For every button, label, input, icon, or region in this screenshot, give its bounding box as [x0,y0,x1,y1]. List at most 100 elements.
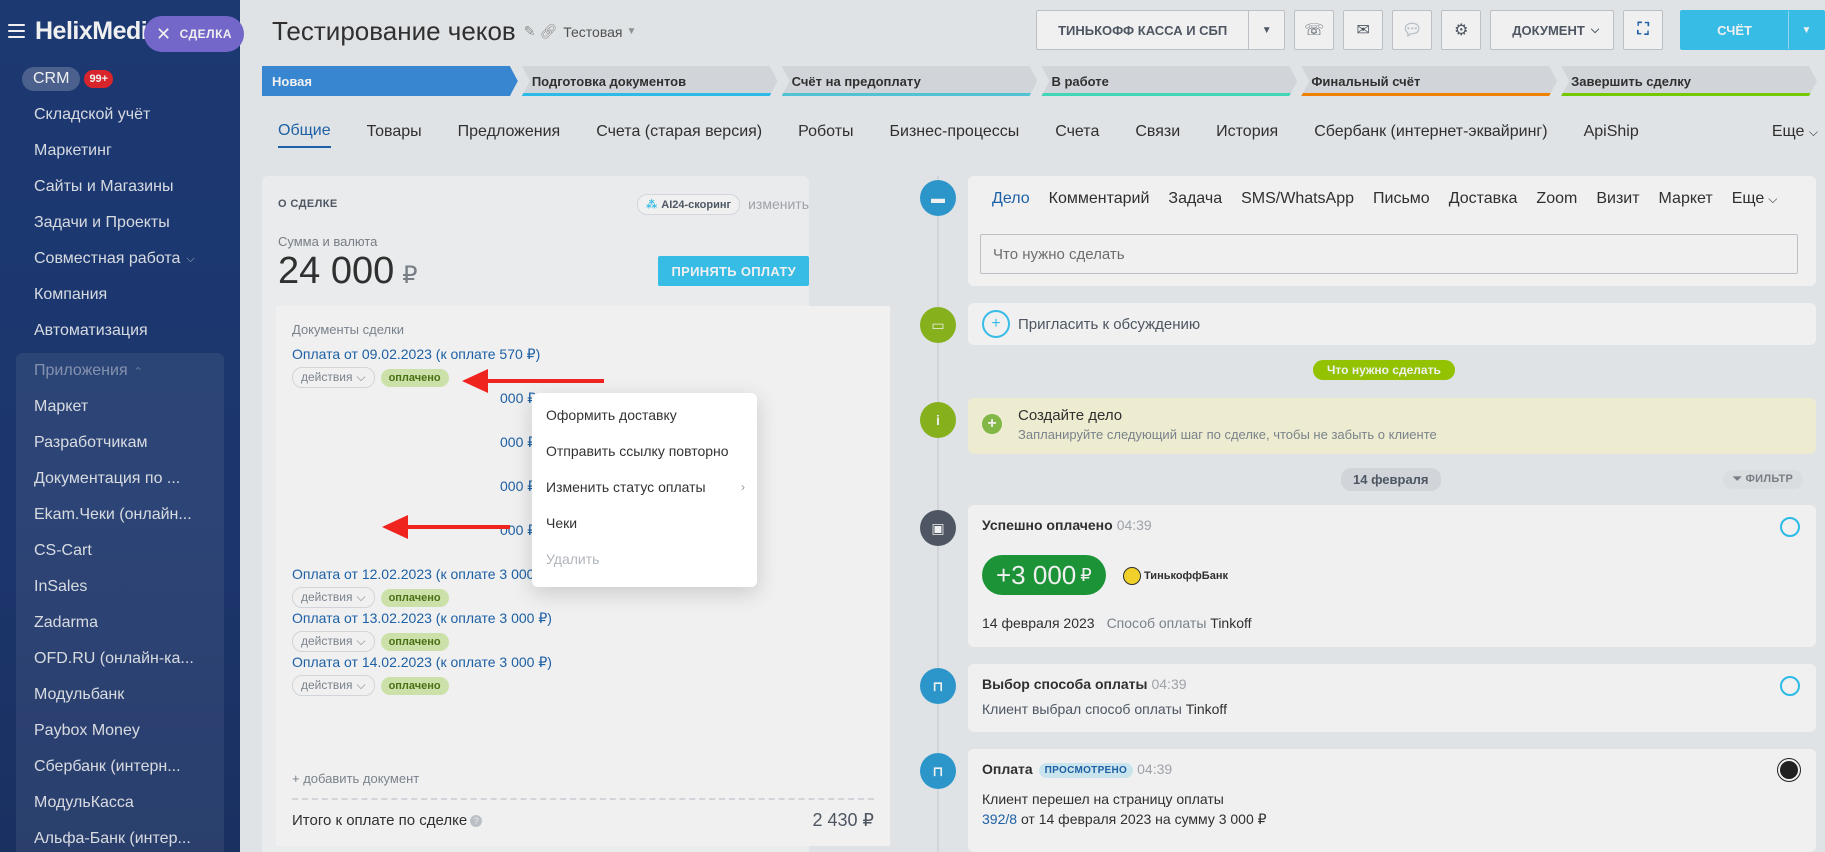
sidebar-item-warehouse[interactable]: Складской учёт [0,97,240,133]
caret-down-icon[interactable]: ▼ [1788,11,1824,49]
composer-tab-4[interactable]: SMS/WhatsApp [1241,190,1354,208]
sidebar-app-docs[interactable]: Документация по ... [16,461,224,497]
edit-icon[interactable]: ✎ [524,23,536,40]
composer-tab-8[interactable]: Визит [1596,190,1639,208]
caret-down-icon[interactable]: ▼ [1248,11,1284,49]
create-activity-card[interactable]: + Создайте дело Запланируйте следующий ш… [968,398,1816,454]
chat-icon[interactable]: 💬︎ [1392,10,1433,50]
tab-4[interactable]: Счета (старая версия) [596,123,762,147]
stage-1[interactable]: Новая [262,66,518,96]
sidebar-item-collab[interactable]: Совместная работа ⌵ [0,241,240,277]
sidebar-app-zadarma[interactable]: Zadarma [16,605,224,641]
sidebar-app-ofd[interactable]: OFD.RU (онлайн-ка... [16,641,224,677]
sidebar-item-automation[interactable]: Автоматизация [0,313,240,349]
composer-tab-9[interactable]: Маркет [1659,190,1713,208]
phone-icon[interactable]: ☏ [1294,10,1335,50]
composer-tab-more[interactable]: Еще ⌵ [1732,190,1778,208]
actions-dropdown[interactable]: действия ⌵ [292,587,375,608]
stage-3[interactable]: Счёт на предоплату [782,66,1038,96]
sidebar-item-tasks[interactable]: Задачи и Проекты [0,205,240,241]
change-link[interactable]: изменить [748,196,809,212]
actions-label: действия [301,370,353,384]
scan-icon[interactable]: ⛶ [1623,10,1664,50]
add-document-link[interactable]: + добавить документ [292,771,419,786]
sidebar-app-insales[interactable]: InSales [16,569,224,605]
stage-4[interactable]: В работе [1041,66,1297,96]
ai-scoring-button[interactable]: ⁂ AI24-скоринг [637,193,741,215]
sidebar-app-cscart[interactable]: CS-Cart [16,533,224,569]
tab-more[interactable]: Еще ⌵ [1772,123,1818,147]
tab-11[interactable]: ApiShip [1584,123,1639,147]
composer-tab-6[interactable]: Доставка [1449,190,1518,208]
menu-item-change-status[interactable]: Изменить статус оплаты › [532,469,757,505]
sidebar-app-modulkassa[interactable]: МодульКасса [16,785,224,821]
stage-2[interactable]: Подготовка документов [522,66,778,96]
tab-6[interactable]: Бизнес-процессы [890,123,1020,147]
sidebar-item-company[interactable]: Компания [0,277,240,313]
payment-link[interactable]: 392/8 [982,811,1017,827]
tab-3[interactable]: Предложения [458,123,561,147]
sidebar-apps-title[interactable]: Приложения ⌃ [16,353,224,389]
link-icon[interactable]: 🔗︎ [539,23,557,40]
composer-tab-5[interactable]: Письмо [1373,190,1430,208]
sidebar-item-sites[interactable]: Сайты и Магазины [0,169,240,205]
tab-9[interactable]: История [1216,123,1278,147]
stage-6[interactable]: Завершить сделку [1561,66,1817,96]
sidebar-item-marketing[interactable]: Маркетинг [0,133,240,169]
actions-dropdown[interactable]: действия ⌵ [292,675,375,696]
document-button[interactable]: ДОКУМЕНТ ⌵ [1490,10,1615,50]
gear-icon[interactable]: ⚙ [1441,10,1482,50]
sidebar-app-sberbank[interactable]: Сбербанк (интерн... [16,749,224,785]
invoice-button[interactable]: СЧЁТ ▼ [1680,10,1825,50]
sidebar-app-developers[interactable]: Разработчикам [16,425,224,461]
tab-7[interactable]: Счета [1055,123,1099,147]
plus-icon[interactable]: + [982,414,1002,434]
document-link[interactable]: Оплата от 12.02.2023 (к оплате 3 000 ₽) [292,566,552,583]
logo[interactable]: HelixMedi [35,17,148,46]
sidebar-app-paybox[interactable]: Paybox Money [16,713,224,749]
sidebar-app-modulbank[interactable]: Модульбанк [16,677,224,713]
basket-icon: ⊓ [920,753,956,789]
sidebar-item-crm[interactable]: CRM 99+ [0,62,240,97]
event-time: 04:39 [1151,676,1187,692]
chevron-down-icon: ⌵ [356,370,366,384]
method-value: Tinkoff [1185,701,1227,717]
composer-tab-3[interactable]: Задача [1168,190,1222,208]
sidebar-app-ekam[interactable]: Ekam.Чеки (онлайн... [16,497,224,533]
tab-10[interactable]: Сбербанк (интернет-эквайринг) [1314,123,1547,147]
filter-button[interactable]: ⏷ ФИЛЬТР [1723,470,1804,489]
sum-amount: 24 000 [278,250,395,292]
tab-5[interactable]: Роботы [798,123,853,147]
sidebar-app-alfabank[interactable]: Альфа-Банк (интер... [16,821,224,852]
document-link[interactable]: Оплата от 13.02.2023 (к оплате 3 000 ₽) [292,610,552,627]
actions-dropdown[interactable]: действия ⌵ [292,631,375,652]
cashbox-button[interactable]: ТИНЬКОФФ КАССА И СБП ▼ [1036,10,1286,50]
activity-input[interactable] [980,234,1798,274]
help-icon[interactable]: ? [470,815,483,828]
deal-close-chip[interactable]: ✕ СДЕЛКА [144,16,244,52]
invite-discussion[interactable]: + Пригласить к обсуждению [968,303,1816,345]
document-link[interactable]: Оплата от 14.02.2023 (к оплате 3 000 ₽) [292,654,552,671]
tab-2[interactable]: Товары [367,123,422,147]
total-label-text: Итого к оплате по сделке [292,812,468,829]
tab-8[interactable]: Связи [1135,123,1180,147]
category-selector[interactable]: Тестовая [563,24,622,40]
menu-icon[interactable] [8,24,25,38]
actions-dropdown[interactable]: действия ⌵ [292,367,375,388]
tab-1[interactable]: Общие [278,122,331,148]
chevron-down-icon[interactable]: ▼ [627,26,637,37]
document-link[interactable]: Оплата от 09.02.2023 (к оплате 570 ₽) [292,346,540,363]
composer-tab-1[interactable]: Дело [992,190,1030,208]
accept-payment-button[interactable]: ПРИНЯТЬ ОПЛАТУ [658,256,809,286]
mail-icon[interactable]: ✉ [1343,10,1384,50]
menu-item-receipts[interactable]: Чеки [532,505,757,541]
sidebar-app-market[interactable]: Маркет [16,389,224,425]
event-text-rest: от 14 февраля 2023 на сумму 3 000 ₽ [1020,811,1267,827]
stage-5[interactable]: Финальный счёт [1301,66,1557,96]
date-separator: 14 февраля [1341,468,1441,491]
menu-item-resend-link[interactable]: Отправить ссылку повторно [532,433,757,469]
composer-tab-7[interactable]: Zoom [1536,190,1577,208]
composer-tab-2[interactable]: Комментарий [1049,190,1150,208]
chevron-down-icon: ⌵ [356,678,366,692]
menu-item-delivery[interactable]: Оформить доставку [532,397,757,433]
